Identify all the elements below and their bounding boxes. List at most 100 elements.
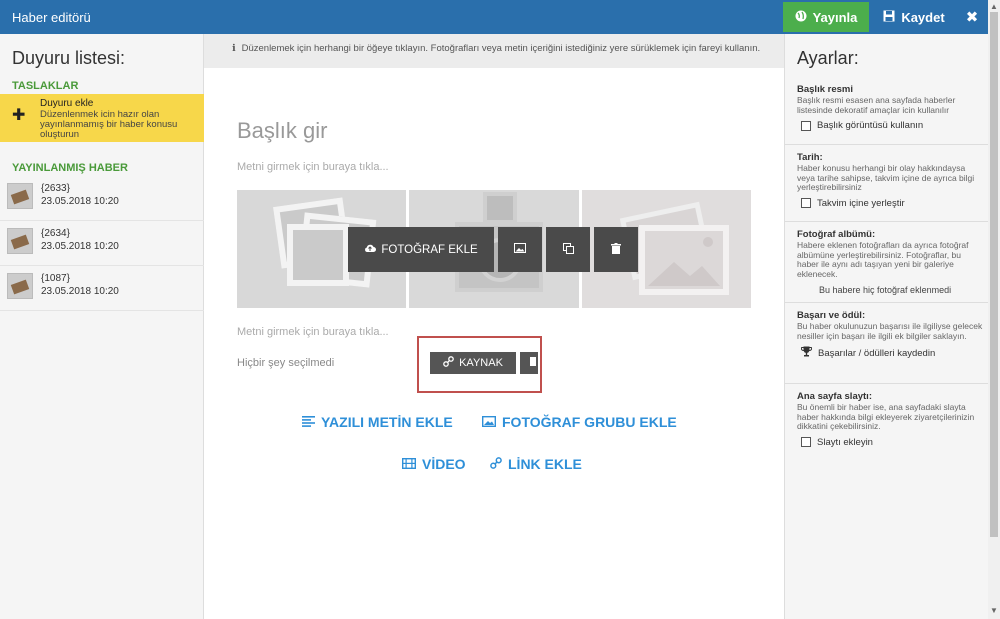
plus-icon: ✚ xyxy=(12,107,26,124)
setting-title: Fotoğraf albümü: xyxy=(797,229,876,240)
add-slide-checkbox[interactable]: Slaytı ekleyin xyxy=(801,437,983,448)
setting-header-image: Başlık resmi Başlık resmi esasen ana say… xyxy=(797,84,983,131)
setting-photo-album: Fotoğraf albümü: Habere eklenen fotoğraf… xyxy=(797,229,983,295)
save-achievements-link[interactable]: Başarılar / ödülleri kaydedin xyxy=(800,346,983,360)
trophy-icon xyxy=(800,346,813,360)
add-to-calendar-checkbox[interactable]: Takvim içine yerleştir xyxy=(801,198,983,209)
setting-desc: Habere eklenen fotoğrafları da ayrıca fo… xyxy=(797,240,969,279)
setting-achievement: Başarı ve ödül: Bu haber okulunuzun başa… xyxy=(797,310,983,360)
checkbox[interactable] xyxy=(801,198,811,208)
news-date: 23.05.2018 10:20 xyxy=(41,196,119,207)
text-block[interactable]: Metni girmek için buraya tıkla... xyxy=(237,326,389,338)
scrollbar-thumb[interactable] xyxy=(990,12,998,537)
news-id: {2634} xyxy=(41,228,70,239)
settings-panel: Ayarlar: Başlık resmi Başlık resmi esase… xyxy=(784,34,989,619)
draft-title: Duyuru ekle xyxy=(40,98,94,109)
floppy-icon xyxy=(883,10,895,25)
save-button[interactable]: Kaydet xyxy=(873,2,955,32)
trash-icon xyxy=(530,357,536,369)
publish-label: Yayınla xyxy=(812,9,858,25)
checkbox[interactable] xyxy=(801,120,811,131)
add-text-button[interactable]: YAZILI METİN EKLE xyxy=(302,414,453,430)
add-photo-label: FOTOĞRAF EKLE xyxy=(381,243,478,256)
news-thumbnail xyxy=(7,228,33,254)
setting-date: Tarih: Haber konusu herhangi bir olay ha… xyxy=(797,152,983,209)
checkbox-label: Slaytı ekleyin xyxy=(817,436,873,448)
checkbox-label: Takvim içine yerleştir xyxy=(817,197,905,209)
add-photo-group-label: FOTOĞRAF GRUBU EKLE xyxy=(502,414,677,430)
news-item[interactable]: {1087} 23.05.2018 10:20 xyxy=(0,267,204,311)
close-button[interactable]: ✖ xyxy=(960,2,984,32)
news-id: {1087} xyxy=(41,273,70,284)
news-thumbnail xyxy=(7,183,33,209)
image-icon xyxy=(514,243,526,256)
trash-icon xyxy=(611,242,621,257)
checkbox[interactable] xyxy=(801,437,811,447)
published-label: YAYINLANMIŞ HABER xyxy=(12,162,128,174)
news-date: 23.05.2018 10:20 xyxy=(41,241,119,252)
no-photo-note: Bu habere hiç fotoğraf eklenmedi xyxy=(819,285,952,295)
film-icon xyxy=(401,456,417,472)
news-item[interactable]: {2634} 23.05.2018 10:20 xyxy=(0,222,204,266)
scroll-down-icon[interactable]: ▼ xyxy=(990,606,998,615)
editor-area: ℹ Düzenlemek için herhangi bir öğeye tıkl… xyxy=(204,34,784,619)
news-thumbnail xyxy=(7,273,33,299)
info-bar: ℹ Düzenlemek için herhangi bir öğeye tıkl… xyxy=(204,34,784,68)
globe-icon xyxy=(795,10,807,25)
setting-desc: Bu haber okulunuzun başarısı ile ilgiliy… xyxy=(797,321,983,341)
info-text: Düzenlemek için herhangi bir öğeye tıkla… xyxy=(241,43,761,54)
setting-desc: Başlık resmi esasen ana sayfada haberler… xyxy=(797,95,956,115)
drafts-label: TASLAKLAR xyxy=(12,80,79,92)
add-video-button[interactable]: VİDEO xyxy=(401,456,466,472)
draft-desc: Düzenlenmek icin hazır olan yayınlanmamı… xyxy=(40,109,178,140)
setting-desc: Haber konusu herhangi bir olay hakkınday… xyxy=(797,163,975,192)
copy-button[interactable] xyxy=(546,227,590,272)
news-id: {2633} xyxy=(41,183,70,194)
save-label: Kaydet xyxy=(901,9,945,25)
add-photo-group-button[interactable]: FOTOĞRAF GRUBU EKLE xyxy=(481,414,677,430)
add-text-label: YAZILI METİN EKLE xyxy=(321,414,453,430)
add-link-button[interactable]: LİNK EKLE xyxy=(490,456,582,472)
align-left-icon xyxy=(302,414,315,430)
source-options-button[interactable] xyxy=(520,352,538,374)
close-icon: ✖ xyxy=(965,9,979,26)
window-title: Haber editörü xyxy=(12,10,91,25)
news-item[interactable]: {2633} 23.05.2018 10:20 xyxy=(0,177,204,221)
setting-title: Başarı ve ödül: xyxy=(797,310,866,321)
top-bar: Haber editörü Yayınla Kaydet ✖ xyxy=(0,0,988,34)
settings-title: Ayarlar: xyxy=(797,48,859,68)
source-button[interactable]: KAYNAK xyxy=(430,352,516,374)
delete-button[interactable] xyxy=(594,227,638,272)
copy-icon xyxy=(562,242,574,257)
info-icon: ℹ xyxy=(232,43,236,54)
photo-toolbar: FOTOĞRAF EKLE xyxy=(348,227,638,272)
list-title: Duyuru listesi: xyxy=(12,48,126,68)
setting-title: Ana sayfa slaytı: xyxy=(797,391,872,402)
setting-desc: Bu önemli bir haber ise, ana sayfadaki s… xyxy=(797,402,975,431)
add-photo-button[interactable]: FOTOĞRAF EKLE xyxy=(348,227,494,272)
publish-button[interactable]: Yayınla xyxy=(783,2,869,32)
checkbox-label: Başlık görüntüsü kullanın xyxy=(817,120,924,131)
editor-canvas: Başlık gir Metni girmek için buraya tıkl… xyxy=(204,68,784,619)
news-date: 23.05.2018 10:20 xyxy=(41,286,119,297)
image-icon xyxy=(481,414,497,430)
use-header-image-checkbox[interactable]: Başlık görüntüsü kullanın xyxy=(801,120,983,131)
source-label: KAYNAK xyxy=(459,357,503,369)
image-button[interactable] xyxy=(498,227,542,272)
add-link-label: LİNK EKLE xyxy=(508,456,582,472)
announcement-list-panel: Duyuru listesi: TASLAKLAR ✚ Duyuru ekle … xyxy=(0,34,204,619)
link-icon xyxy=(490,456,502,472)
scroll-up-icon[interactable]: ▲ xyxy=(990,2,998,11)
setting-title: Başlık resmi xyxy=(797,84,853,95)
text-block[interactable]: Metni girmek için buraya tıkla... xyxy=(237,161,389,173)
selection-status: Hiçbir şey seçilmedi xyxy=(237,357,335,369)
heading-input[interactable]: Başlık gir xyxy=(237,118,327,144)
achievements-label: Başarılar / ödülleri kaydedin xyxy=(818,347,936,359)
scrollbar[interactable]: ▲ ▼ xyxy=(988,0,1000,619)
add-video-label: VİDEO xyxy=(422,456,466,472)
setting-home-slide: Ana sayfa slaytı: Bu önemli bir haber is… xyxy=(797,391,983,448)
cloud-upload-icon xyxy=(364,243,377,256)
add-announcement-item[interactable]: ✚ Duyuru ekle Düzenlenmek icin hazır ola… xyxy=(0,94,204,142)
setting-title: Tarih: xyxy=(797,152,823,163)
link-icon xyxy=(443,356,454,370)
